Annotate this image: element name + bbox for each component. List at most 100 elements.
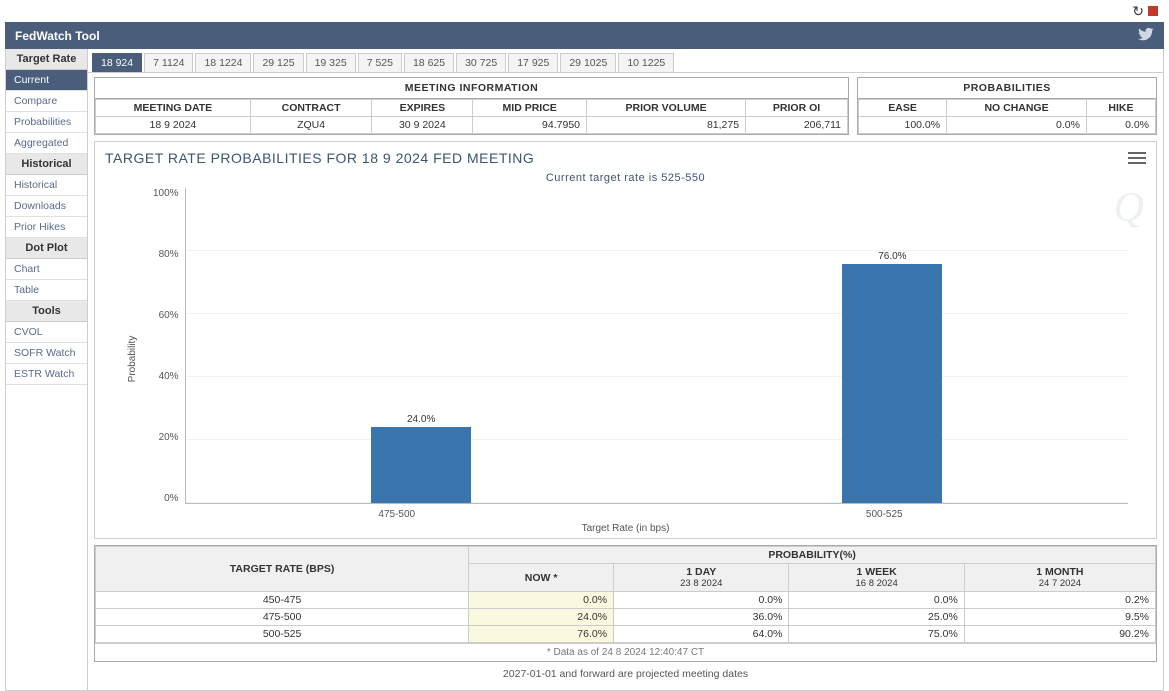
x-tick: 475-500 [153, 509, 641, 520]
bar-slot: 76.0% [657, 188, 1128, 503]
table-header: TARGET RATE (BPS) [96, 547, 469, 592]
sidebar-item-probabilities[interactable]: Probabilities [6, 112, 87, 133]
meeting-tab[interactable]: 17 925 [508, 53, 558, 72]
table-cell: 475-500 [96, 609, 469, 626]
table-header: 1 MONTH24 7 2024 [964, 564, 1155, 592]
y-tick: 40% [159, 371, 179, 382]
table-cell: 36.0% [614, 609, 789, 626]
y-tick: 0% [164, 493, 178, 504]
sidebar-item-chart[interactable]: Chart [6, 259, 87, 280]
sidebar-section-head: Target Rate [6, 49, 87, 70]
meeting-tab[interactable]: 7 525 [358, 53, 402, 72]
chart-menu-icon[interactable] [1128, 152, 1146, 166]
table-cell: 25.0% [789, 609, 964, 626]
y-axis-label: Probability [127, 336, 138, 383]
table-cell: 500-525 [96, 626, 469, 643]
y-tick: 20% [159, 432, 179, 443]
history-table: TARGET RATE (BPS)PROBABILITY(%)NOW *1 DA… [94, 545, 1157, 662]
sidebar-section-head: Dot Plot [6, 238, 87, 259]
table-header: PRIOR OI [746, 100, 848, 117]
chart-plot-area: 24.0% 76.0% [185, 188, 1128, 504]
sidebar-item-table[interactable]: Table [6, 280, 87, 301]
twitter-icon[interactable] [1138, 26, 1154, 45]
table-cell: 24.0% [469, 609, 614, 626]
table-cell: 100.0% [859, 117, 947, 134]
table-header: CONTRACT [250, 100, 372, 117]
probabilities-table: PROBABILITIES EASENO CHANGEHIKE100.0%0.0… [857, 77, 1157, 135]
meeting-tab[interactable]: 7 1124 [144, 53, 193, 72]
meeting-tab[interactable]: 30 725 [456, 53, 506, 72]
meeting-info-title: MEETING INFORMATION [95, 78, 848, 99]
sidebar-item-prior-hikes[interactable]: Prior Hikes [6, 217, 87, 238]
refresh-icon[interactable]: ↻ [1132, 3, 1144, 20]
meeting-tab[interactable]: 18 924 [92, 53, 142, 72]
sidebar-item-sofr-watch[interactable]: SOFR Watch [6, 343, 87, 364]
sidebar-item-estr-watch[interactable]: ESTR Watch [6, 364, 87, 385]
table-header: MEETING DATE [96, 100, 251, 117]
table-header: MID PRICE [473, 100, 587, 117]
table-cell: 75.0% [789, 626, 964, 643]
meeting-tab[interactable]: 19 325 [306, 53, 356, 72]
table-header: EASE [859, 100, 947, 117]
sidebar: Target RateCurrentCompareProbabilitiesAg… [6, 49, 88, 690]
sidebar-item-historical[interactable]: Historical [6, 175, 87, 196]
table-cell: 450-475 [96, 592, 469, 609]
table-header: NO CHANGE [947, 100, 1087, 117]
table-cell: 0.0% [469, 592, 614, 609]
sidebar-section-head: Tools [6, 301, 87, 322]
table-cell: 64.0% [614, 626, 789, 643]
sidebar-section-head: Historical [6, 154, 87, 175]
table-header: NOW * [469, 564, 614, 592]
meeting-tab[interactable]: 29 125 [253, 53, 303, 72]
sidebar-item-aggregated[interactable]: Aggregated [6, 133, 87, 154]
tool-header: FedWatch Tool [5, 22, 1164, 49]
table-header: PRIOR VOLUME [587, 100, 746, 117]
asterisk-note: * Data as of 24 8 2024 12:40:47 CT [95, 643, 1156, 661]
table-cell: 94.7950 [473, 117, 587, 134]
sidebar-item-cvol[interactable]: CVOL [6, 322, 87, 343]
footer-note: 2027-01-01 and forward are projected mee… [94, 662, 1157, 686]
x-axis-label: Target Rate (in bps) [103, 523, 1148, 534]
table-cell: 0.0% [1086, 117, 1155, 134]
tool-title: FedWatch Tool [15, 29, 100, 43]
table-cell: 81,275 [587, 117, 746, 134]
y-tick: 60% [159, 310, 179, 321]
probabilities-title: PROBABILITIES [858, 78, 1156, 99]
meeting-tab[interactable]: 10 1225 [618, 53, 674, 72]
table-cell: 9.5% [964, 609, 1155, 626]
table-header: HIKE [1086, 100, 1155, 117]
table-cell: 90.2% [964, 626, 1155, 643]
meeting-tabs: 18 9247 112418 122429 12519 3257 52518 6… [88, 49, 1163, 73]
mini-record-icon[interactable] [1148, 6, 1158, 16]
chart-bar [842, 264, 942, 503]
chart-bar [371, 427, 471, 503]
meeting-info-table: MEETING INFORMATION MEETING DATECONTRACT… [94, 77, 849, 135]
sidebar-item-compare[interactable]: Compare [6, 91, 87, 112]
meeting-tab[interactable]: 18 1224 [195, 53, 251, 72]
table-header: PROBABILITY(%) [469, 547, 1156, 564]
table-header: 1 WEEK16 8 2024 [789, 564, 964, 592]
y-tick: 100% [153, 188, 179, 199]
bar-value-label: 24.0% [407, 414, 435, 425]
table-cell: 0.0% [947, 117, 1087, 134]
chart-section: TARGET RATE PROBABILITIES FOR 18 9 2024 … [94, 141, 1157, 539]
bar-value-label: 76.0% [878, 251, 906, 262]
sidebar-item-current[interactable]: Current [6, 70, 87, 91]
table-cell: 0.0% [789, 592, 964, 609]
y-axis: 100% 80% 60% 40% 20% 0% [153, 188, 185, 504]
x-axis: 475-500500-525 [153, 509, 1128, 520]
table-header: EXPIRES [372, 100, 473, 117]
meeting-tab[interactable]: 18 625 [404, 53, 454, 72]
chart-subtitle: Current target rate is 525-550 [103, 172, 1148, 184]
table-cell: ZQU4 [250, 117, 372, 134]
table-cell: 0.0% [614, 592, 789, 609]
table-cell: 76.0% [469, 626, 614, 643]
x-tick: 500-525 [641, 509, 1129, 520]
sidebar-item-downloads[interactable]: Downloads [6, 196, 87, 217]
table-cell: 206,711 [746, 117, 848, 134]
table-cell: 18 9 2024 [96, 117, 251, 134]
table-cell: 30 9 2024 [372, 117, 473, 134]
y-tick: 80% [159, 249, 179, 260]
table-cell: 0.2% [964, 592, 1155, 609]
meeting-tab[interactable]: 29 1025 [560, 53, 616, 72]
